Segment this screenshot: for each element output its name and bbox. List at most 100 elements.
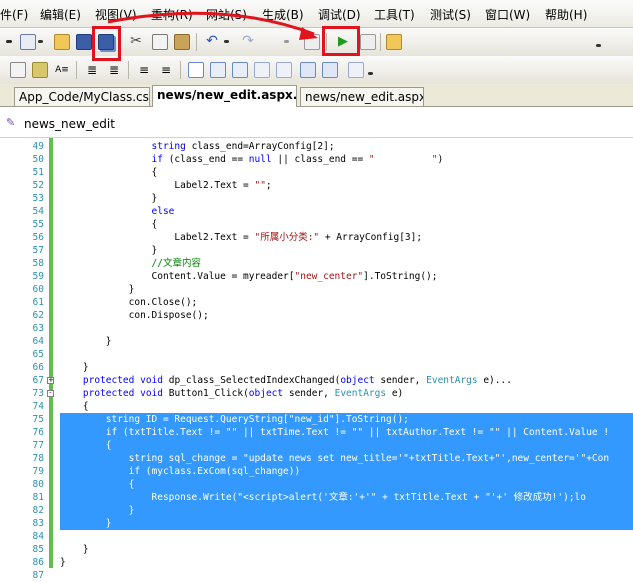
member-navigation-bar[interactable]: ✎ news_new_edit (0, 107, 633, 138)
prev-bookmark-document-icon[interactable] (300, 62, 316, 78)
display-object-icon[interactable] (10, 62, 26, 78)
next-bookmark-folder-icon[interactable] (276, 62, 292, 78)
cut-icon[interactable]: ✂ (128, 34, 144, 50)
code-text: } (60, 544, 89, 555)
code-line[interactable]: 57 } (0, 244, 633, 257)
code-line[interactable]: 59 Content.Value = myreader["new_center"… (0, 270, 633, 283)
chevron-down-icon[interactable] (38, 40, 43, 43)
line-number: 82 (32, 505, 44, 516)
increase-indent-icon[interactable]: ≣ (106, 62, 122, 78)
code-text: con.Dispose(); (60, 310, 209, 321)
code-line[interactable]: 84 (0, 530, 633, 543)
selection-highlight (60, 517, 633, 530)
code-line[interactable]: 73- protected void Button1_Click(object … (0, 387, 633, 400)
menu-website[interactable]: 网站(S) (206, 6, 247, 23)
chevron-down-icon[interactable] (284, 40, 289, 43)
menu-bar: 件(F) 编辑(E) 视图(V) 重构(R) 网站(S) 生成(B) 调试(D)… (0, 0, 633, 28)
code-text: Label2.Text = "所属小分类:" + ArrayConfig[3]; (60, 232, 423, 243)
code-line[interactable]: 78 string sql_change = "update news set … (0, 452, 633, 465)
code-line[interactable]: 65 (0, 348, 633, 361)
next-bookmark-document-icon[interactable] (322, 62, 338, 78)
code-line[interactable]: 55 { (0, 218, 633, 231)
code-line[interactable]: 54 else (0, 205, 633, 218)
menu-build[interactable]: 生成(B) (262, 6, 304, 23)
quick-info-icon[interactable]: A≡ (54, 62, 70, 78)
bookmark-icon[interactable] (188, 62, 204, 78)
code-line[interactable]: 62 con.Dispose(); (0, 309, 633, 322)
toolbar-overflow-icon[interactable] (596, 44, 601, 47)
line-number: 58 (32, 258, 44, 269)
menu-file[interactable]: 件(F) (0, 6, 28, 23)
code-line[interactable]: 61 con.Close(); (0, 296, 633, 309)
code-line[interactable]: 51 { (0, 166, 633, 179)
code-line[interactable]: 83 } (0, 517, 633, 530)
code-line[interactable]: 82 } (0, 504, 633, 517)
line-number: 83 (32, 518, 44, 529)
decrease-indent-icon[interactable]: ≣ (84, 62, 100, 78)
selection-highlight (60, 504, 633, 517)
code-line[interactable]: 66 } (0, 361, 633, 374)
menu-edit[interactable]: 编辑(E) (40, 6, 81, 23)
code-line[interactable]: 50 if (class_end == null || class_end ==… (0, 153, 633, 166)
menu-refactor[interactable]: 重构(R) (151, 6, 193, 23)
menu-debug[interactable]: 调试(D) (318, 6, 361, 23)
comment-icon[interactable]: ≡ (136, 62, 152, 78)
clear-bookmarks-icon[interactable] (348, 62, 364, 78)
collapse-icon[interactable]: - (47, 390, 54, 397)
uncomment-icon[interactable]: ≡ (158, 62, 174, 78)
line-number: 66 (32, 362, 44, 373)
find-icon[interactable] (360, 34, 376, 50)
undo-icon[interactable]: ↶ (204, 34, 220, 50)
next-bookmark-icon[interactable] (232, 62, 248, 78)
save-icon[interactable] (76, 34, 92, 50)
redo-icon[interactable]: ↷ (240, 34, 256, 50)
code-line[interactable]: 64 } (0, 335, 633, 348)
expand-icon[interactable]: + (47, 377, 54, 384)
document-tab-bar: App_Code/MyClass.cs news/new_edit.aspx.c… (0, 84, 633, 107)
code-line[interactable]: 80 { (0, 478, 633, 491)
code-line[interactable]: 75 string ID = Request.QueryString["new_… (0, 413, 633, 426)
code-line[interactable]: 49 string class_end=ArrayConfig[2]; (0, 140, 633, 153)
code-line[interactable]: 85 } (0, 543, 633, 556)
code-line[interactable]: 76 if (txtTitle.Text != "" || txtTime.Te… (0, 426, 633, 439)
line-number: 84 (32, 531, 44, 542)
code-line[interactable]: 53 } (0, 192, 633, 205)
navigate-icon[interactable] (304, 34, 320, 50)
line-number: 60 (32, 284, 44, 295)
tab-new-edit-cs[interactable]: news/new_edit.aspx.cs (152, 85, 297, 107)
parameter-info-icon[interactable] (32, 62, 48, 78)
code-line[interactable]: 52 Label2.Text = ""; (0, 179, 633, 192)
line-number: 59 (32, 271, 44, 282)
code-line[interactable]: 74 { (0, 400, 633, 413)
tab-new-edit-aspx[interactable]: news/new_edit.aspx (300, 87, 424, 106)
menu-view[interactable]: 视图(V) (95, 6, 137, 23)
code-line[interactable]: 60 } (0, 283, 633, 296)
new-project-icon[interactable] (20, 34, 36, 50)
menu-window[interactable]: 窗口(W) (485, 6, 530, 23)
menu-test[interactable]: 测试(S) (430, 6, 471, 23)
prev-bookmark-folder-icon[interactable] (254, 62, 270, 78)
toolbar-dropdown-icon[interactable] (6, 40, 12, 43)
toolbar-overflow-icon[interactable] (368, 72, 373, 75)
code-line[interactable]: 87 (0, 569, 633, 582)
code-line[interactable]: 63 (0, 322, 633, 335)
prev-bookmark-icon[interactable] (210, 62, 226, 78)
code-line[interactable]: 81 Response.Write("<script>alert('文章:'+'… (0, 491, 633, 504)
tab-myclass[interactable]: App_Code/MyClass.cs (14, 87, 150, 106)
code-line[interactable]: 67 + protected void dp_class_SelectedInde… (0, 374, 633, 387)
code-line[interactable]: 56 Label2.Text = "所属小分类:" + ArrayConfig[… (0, 231, 633, 244)
code-line[interactable]: 86} (0, 556, 633, 569)
open-folder-icon[interactable] (54, 34, 70, 50)
chevron-down-icon[interactable] (224, 40, 229, 43)
copy-icon[interactable] (152, 34, 168, 50)
code-line[interactable]: 77 { (0, 439, 633, 452)
menu-tools[interactable]: 工具(T) (374, 6, 415, 23)
code-text: if (myclass.ExCom(sql_change)) (60, 466, 301, 477)
code-line[interactable]: 79 if (myclass.ExCom(sql_change)) (0, 465, 633, 478)
paste-icon[interactable] (174, 34, 190, 50)
menu-help[interactable]: 帮助(H) (545, 6, 587, 23)
find-in-files-icon[interactable] (386, 34, 402, 50)
code-text: if (class_end == null || class_end == " … (151, 154, 444, 165)
code-editor[interactable]: 49 string class_end=ArrayConfig[2]; 50 if… (0, 138, 633, 581)
code-line[interactable]: 58 //文章内容 (0, 257, 633, 270)
